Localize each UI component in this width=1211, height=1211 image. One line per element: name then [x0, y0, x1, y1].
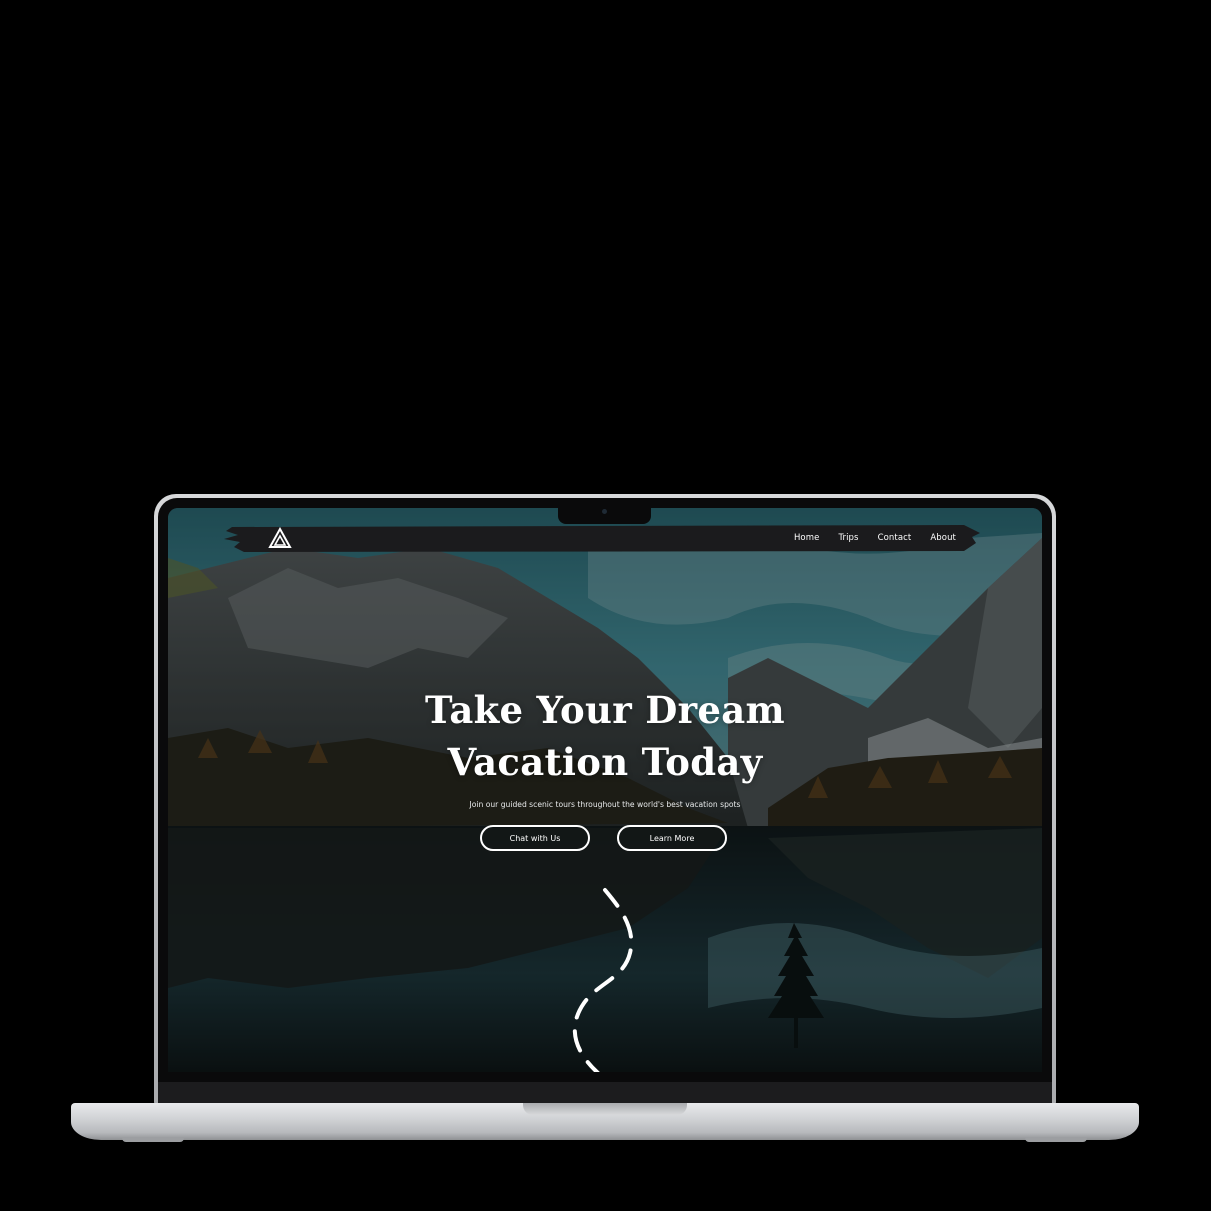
hero-title-line-1: Take Your Dream [425, 688, 785, 732]
laptop-screen: Home Trips Contact About Take Your Dream… [168, 508, 1042, 1072]
mountain-triangle-logo-icon[interactable] [268, 527, 292, 549]
camera-icon [602, 509, 607, 514]
screen-chin [158, 1082, 1052, 1103]
top-navigation-bar: Home Trips Contact About [224, 523, 980, 553]
learn-more-button[interactable]: Learn More [617, 825, 727, 851]
nav-link-contact[interactable]: Contact [878, 533, 912, 543]
dashed-trail-path-icon [572, 888, 634, 1072]
hero-subtitle: Join our guided scenic tours throughout … [469, 800, 741, 809]
nav-link-home[interactable]: Home [794, 533, 820, 543]
laptop-foot-right [1025, 1138, 1087, 1142]
laptop-foot-left [122, 1138, 184, 1142]
nav-link-trips[interactable]: Trips [838, 533, 858, 543]
chat-with-us-button[interactable]: Chat with Us [480, 825, 590, 851]
nav-links: Home Trips Contact About [794, 523, 956, 553]
hero-title-line-2: Vacation Today [447, 740, 763, 784]
laptop-opening-notch [523, 1103, 687, 1115]
device-mockup: Home Trips Contact About Take Your Dream… [0, 0, 1211, 1211]
nav-link-about[interactable]: About [930, 533, 956, 543]
hero-title: Take Your Dream Vacation Today [305, 684, 905, 788]
